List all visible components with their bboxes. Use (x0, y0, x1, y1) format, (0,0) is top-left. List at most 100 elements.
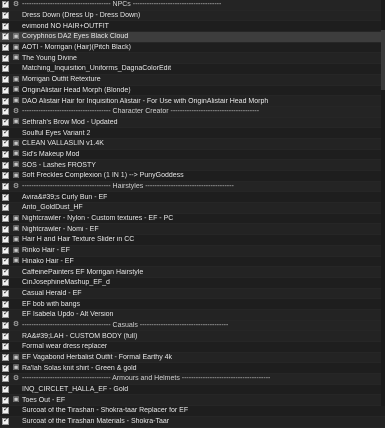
enable-checkbox[interactable]: ✓ (2, 321, 9, 329)
enable-checkbox[interactable]: ✓ (2, 396, 9, 404)
enable-checkbox[interactable]: ✓ (2, 310, 9, 319)
mod-row[interactable]: ✓ Matching_Inquisition_Uniforms_DagnaColo… (0, 64, 385, 75)
enable-checkbox[interactable]: ✓ (2, 97, 9, 105)
enable-checkbox[interactable]: ✓ (2, 85, 9, 94)
enable-checkbox[interactable]: ✓ (2, 64, 9, 73)
enable-checkbox[interactable]: ✓ (2, 118, 9, 126)
enable-checkbox[interactable]: ✓ (2, 139, 9, 148)
enable-checkbox[interactable]: ✓ (2, 43, 9, 52)
enable-checkbox[interactable]: ✓ (2, 385, 9, 394)
enable-checkbox[interactable]: ✓ (2, 289, 9, 297)
enable-checkbox[interactable]: ✓ (2, 235, 9, 244)
mod-name: EF bob with bangs (22, 300, 80, 308)
separator-row[interactable]: ✓ ⚙ --------------------------------------… (0, 0, 385, 11)
mod-row[interactable]: ✓ ▣ Morrigan Outfit Retexture (0, 74, 385, 86)
scrollbar[interactable] (381, 0, 385, 406)
mod-list[interactable]: ✓ ⚙ --------------------------------------… (0, 0, 385, 428)
check-icon: ✓ (3, 171, 9, 179)
mod-row[interactable]: ✓ Surcoat of the Tirashan - Shokra-taar R… (0, 406, 385, 417)
enable-checkbox[interactable]: ✓ (2, 214, 9, 223)
enable-checkbox[interactable]: ✓ (2, 75, 9, 84)
enable-checkbox[interactable]: ✓ (2, 256, 9, 265)
enable-checkbox[interactable]: ✓ (2, 0, 9, 9)
mod-row[interactable]: ✓ ▣ DAO Alistair Hair for Inquisition Alis… (0, 96, 385, 107)
mod-row[interactable]: ✓ CaffeinePainters EF Morrigan Hairstyle (0, 267, 385, 278)
enable-checkbox[interactable]: ✓ (2, 406, 9, 415)
mod-row[interactable]: ✓ ▣ Hinako Hair - EF (0, 257, 385, 268)
enable-checkbox[interactable]: ✓ (2, 129, 9, 137)
separator-row[interactable]: ✓ ⚙ --------------------------------------… (0, 181, 385, 193)
enable-checkbox[interactable]: ✓ (2, 161, 9, 169)
enable-checkbox[interactable]: ✓ (2, 54, 9, 62)
mod-row[interactable]: ✓ ▣ Hair H and Hair Texture Slider in CC (0, 235, 385, 246)
mod-row[interactable]: ✓ INQ_CIRCLET_HALLA_EF - Gold (0, 385, 385, 396)
separator-row[interactable]: ✓ ⚙ --------------------------------------… (0, 374, 385, 385)
enable-checkbox[interactable]: ✓ (2, 363, 9, 372)
mod-row[interactable]: ✓ ▣ AOTI - Morrigan (Hair)(Pitch Black) (0, 43, 385, 54)
mod-row[interactable]: ✓ ▣ Nightcrawler - Nomi - EF (0, 224, 385, 236)
enable-checkbox[interactable]: ✓ (2, 11, 9, 20)
image-icon: ▣ (12, 353, 20, 361)
mod-row[interactable]: ✓ Surcoat of the Tirashan Materials - Sho… (0, 416, 385, 428)
blank-icon (12, 268, 20, 276)
mod-row[interactable]: ✓ EF bob with bangs (0, 299, 385, 310)
enable-checkbox[interactable]: ✓ (2, 353, 9, 362)
enable-checkbox[interactable]: ✓ (2, 374, 9, 383)
blank-icon (12, 343, 20, 351)
enable-checkbox[interactable]: ✓ (2, 171, 9, 180)
check-icon: ✓ (3, 0, 9, 8)
mod-row[interactable]: ✓ ▣ Soft Freckles Complexion (1 IN 1) --> … (0, 171, 385, 182)
enable-checkbox[interactable]: ✓ (2, 32, 9, 41)
enable-checkbox[interactable]: ✓ (2, 299, 9, 308)
check-icon: ✓ (3, 299, 9, 307)
mod-row[interactable]: ✓ RA&#39;LAH - CUSTOM BODY (full) (0, 331, 385, 342)
image-icon: ▣ (12, 257, 20, 265)
enable-checkbox[interactable]: ✓ (2, 268, 9, 276)
mod-row[interactable]: ✓ Dress Down (Dress Up - Dress Down) (0, 10, 385, 22)
enable-checkbox[interactable]: ✓ (2, 182, 9, 191)
enable-checkbox[interactable]: ✓ (2, 225, 9, 233)
mod-row[interactable]: ✓ ▣ Toes Out - EF (0, 395, 385, 407)
enable-checkbox[interactable]: ✓ (2, 107, 9, 116)
check-icon: ✓ (3, 363, 9, 371)
mod-row[interactable]: ✓ EF Isabela Updo - Alt Version (0, 309, 385, 321)
separator-row[interactable]: ✓ ⚙ --------------------------------------… (0, 320, 385, 332)
mod-row[interactable]: ✓ evimond NO HAIR+OUTFIT (0, 21, 385, 33)
mod-row[interactable]: ✓ Formal wear dress replacer (0, 342, 385, 353)
enable-checkbox[interactable]: ✓ (2, 246, 9, 255)
enable-checkbox[interactable]: ✓ (2, 203, 9, 212)
blank-icon (12, 407, 20, 415)
mod-name: Formal wear dress replacer (22, 343, 108, 351)
check-icon: ✓ (3, 149, 9, 157)
mod-row[interactable]: ✓ ▣ EF Vagabond Herbalist Outfit - Formal … (0, 352, 385, 364)
scrollbar-thumb[interactable] (381, 30, 385, 90)
mod-row[interactable]: ✓ Anto_GoldDust_HF (0, 203, 385, 214)
mod-row[interactable]: ✓ ▣ CLEAN VALLASLIN v1.4K (0, 138, 385, 150)
enable-checkbox[interactable]: ✓ (2, 192, 9, 201)
mod-row[interactable]: ✓ ▣ Nightcrawler - Nylon - Custom textures… (0, 214, 385, 225)
separator-row[interactable]: ✓ ⚙ --------------------------------------… (0, 106, 385, 118)
check-icon: ✓ (3, 214, 9, 222)
enable-checkbox[interactable]: ✓ (2, 332, 9, 340)
mod-row[interactable]: ✓ ▣ Ra'lah Solas knit shirt - Green & gold (0, 363, 385, 375)
mod-row[interactable]: ✓ Soulful Eyes Variant 2 (0, 128, 385, 139)
mod-row[interactable]: ✓ Casual Herald - EF (0, 288, 385, 300)
mod-row[interactable]: ✓ ▣ Coryphnos DA2 Eyes Black Cloud (0, 32, 385, 43)
mod-row[interactable]: ✓ Avira&#39;s Curly Bun - EF (0, 192, 385, 204)
mod-row[interactable]: ✓ ▣ SOS - Lashes FROSTY (0, 160, 385, 171)
check-icon: ✓ (3, 192, 9, 200)
image-icon: ▣ (12, 54, 20, 62)
enable-checkbox[interactable]: ✓ (2, 278, 9, 287)
mod-row[interactable]: ✓ ▣ OriginAlistair Head Morph (Blonde) (0, 86, 385, 97)
enable-checkbox[interactable]: ✓ (2, 149, 9, 158)
mod-row[interactable]: ✓ ▣ Sid's Makeup Mod (0, 150, 385, 161)
enable-checkbox[interactable]: ✓ (2, 417, 9, 426)
check-icon: ✓ (3, 85, 9, 93)
mod-row[interactable]: ✓ ▣ Sethrah's Brow Mod - Updated (0, 117, 385, 129)
mod-row[interactable]: ✓ CinJosephineMashup_EF_d (0, 278, 385, 289)
check-icon: ✓ (3, 256, 9, 264)
mod-row[interactable]: ✓ ▣ The Young Divine (0, 53, 385, 65)
mod-row[interactable]: ✓ ▣ Rinko Hair - EF (0, 245, 385, 257)
enable-checkbox[interactable]: ✓ (2, 22, 9, 30)
enable-checkbox[interactable]: ✓ (2, 342, 9, 351)
